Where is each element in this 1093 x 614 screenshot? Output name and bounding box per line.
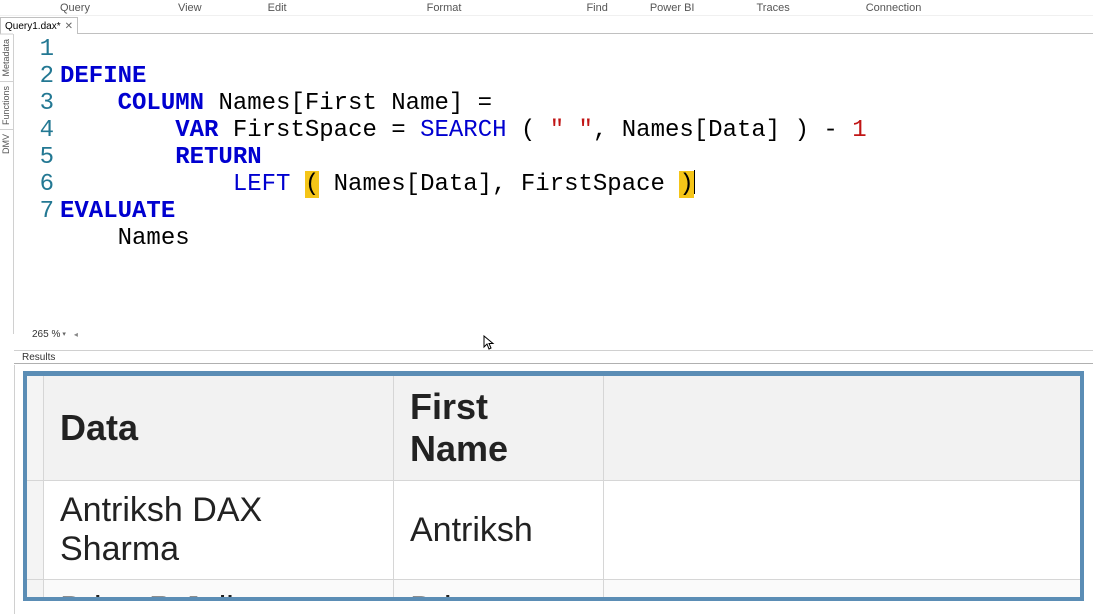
var-name: FirstSpace (233, 117, 377, 144)
kw-evaluate: EVALUATE (60, 198, 175, 225)
close-icon[interactable]: ✕ (65, 21, 73, 32)
results-title: Results (22, 352, 55, 363)
menu-view[interactable]: View (168, 2, 212, 14)
line-number: 6 (14, 171, 54, 198)
menu-connection[interactable]: Connection (856, 2, 932, 14)
side-tab-functions[interactable]: Functions (0, 81, 13, 129)
cell-empty (604, 580, 1080, 601)
menu-powerbi[interactable]: Power BI (640, 2, 705, 14)
cell-firstname[interactable]: Antriksh (394, 481, 604, 580)
tab-label: Query1.dax* (5, 21, 61, 32)
menu-query[interactable]: Query (50, 2, 100, 14)
code-editor[interactable]: 1 2 3 4 5 6 7 DEFINE COLUMN Names[First … (14, 34, 1093, 327)
menu-format[interactable]: Format (417, 2, 472, 14)
line-number: 3 (14, 90, 54, 117)
column-ref: Names[First Name] (218, 90, 463, 117)
col-header-empty (604, 376, 1080, 481)
row-header[interactable] (27, 481, 44, 580)
cell-firstname[interactable]: Brian (394, 580, 604, 601)
results-area: Data First Name Antriksh DAX Sharma Antr… (14, 365, 1093, 614)
menu-edit[interactable]: Edit (258, 2, 297, 14)
menu-find[interactable]: Find (576, 2, 617, 14)
side-tabs: Metadata Functions DMV (0, 34, 14, 334)
menu-traces[interactable]: Traces (746, 2, 799, 14)
col-header-firstname[interactable]: First Name (394, 376, 604, 481)
kw-return: RETURN (175, 144, 261, 171)
results-grid[interactable]: Data First Name Antriksh DAX Sharma Antr… (23, 371, 1084, 601)
line-number: 1 (14, 36, 54, 63)
line-number: 5 (14, 144, 54, 171)
line-gutter: 1 2 3 4 5 6 7 (14, 36, 58, 306)
results-header: Results (14, 350, 1093, 364)
line-number: 4 (14, 117, 54, 144)
zoom-bar: 265 % ▾ ◂ (14, 327, 78, 341)
side-tab-dmv[interactable]: DMV (0, 129, 13, 158)
menu-bar: Query View Edit Format Find Power BI Tra… (0, 0, 1093, 16)
chevron-down-icon[interactable]: ▾ (62, 330, 66, 338)
kw-var: VAR (175, 117, 218, 144)
cell-data[interactable]: Antriksh DAX Sharma (44, 481, 394, 580)
tab-query1[interactable]: Query1.dax* ✕ (0, 17, 78, 34)
col-header-data[interactable]: Data (44, 376, 394, 481)
caret-left-icon[interactable]: ◂ (74, 330, 78, 339)
table-name: Names (118, 225, 190, 252)
text-caret (694, 170, 695, 194)
kw-define: DEFINE (60, 63, 146, 90)
kw-column: COLUMN (118, 90, 204, 117)
cell-empty (604, 481, 1080, 580)
row-header[interactable] (27, 580, 44, 601)
fn-left: LEFT (233, 171, 291, 198)
line-number: 7 (14, 198, 54, 225)
bracket-highlight-close: ) (679, 171, 693, 198)
row-header-corner (27, 376, 44, 481)
cell-data[interactable]: Brian R Julius (44, 580, 394, 601)
bracket-highlight-open: ( (305, 171, 319, 198)
zoom-level[interactable]: 265 % (32, 329, 60, 340)
line-number: 2 (14, 63, 54, 90)
side-tab-metadata[interactable]: Metadata (0, 34, 13, 81)
fn-search: SEARCH (420, 117, 506, 144)
code-body[interactable]: DEFINE COLUMN Names[First Name] = VAR Fi… (58, 36, 867, 306)
tab-bar: Query1.dax* ✕ (0, 16, 1093, 34)
